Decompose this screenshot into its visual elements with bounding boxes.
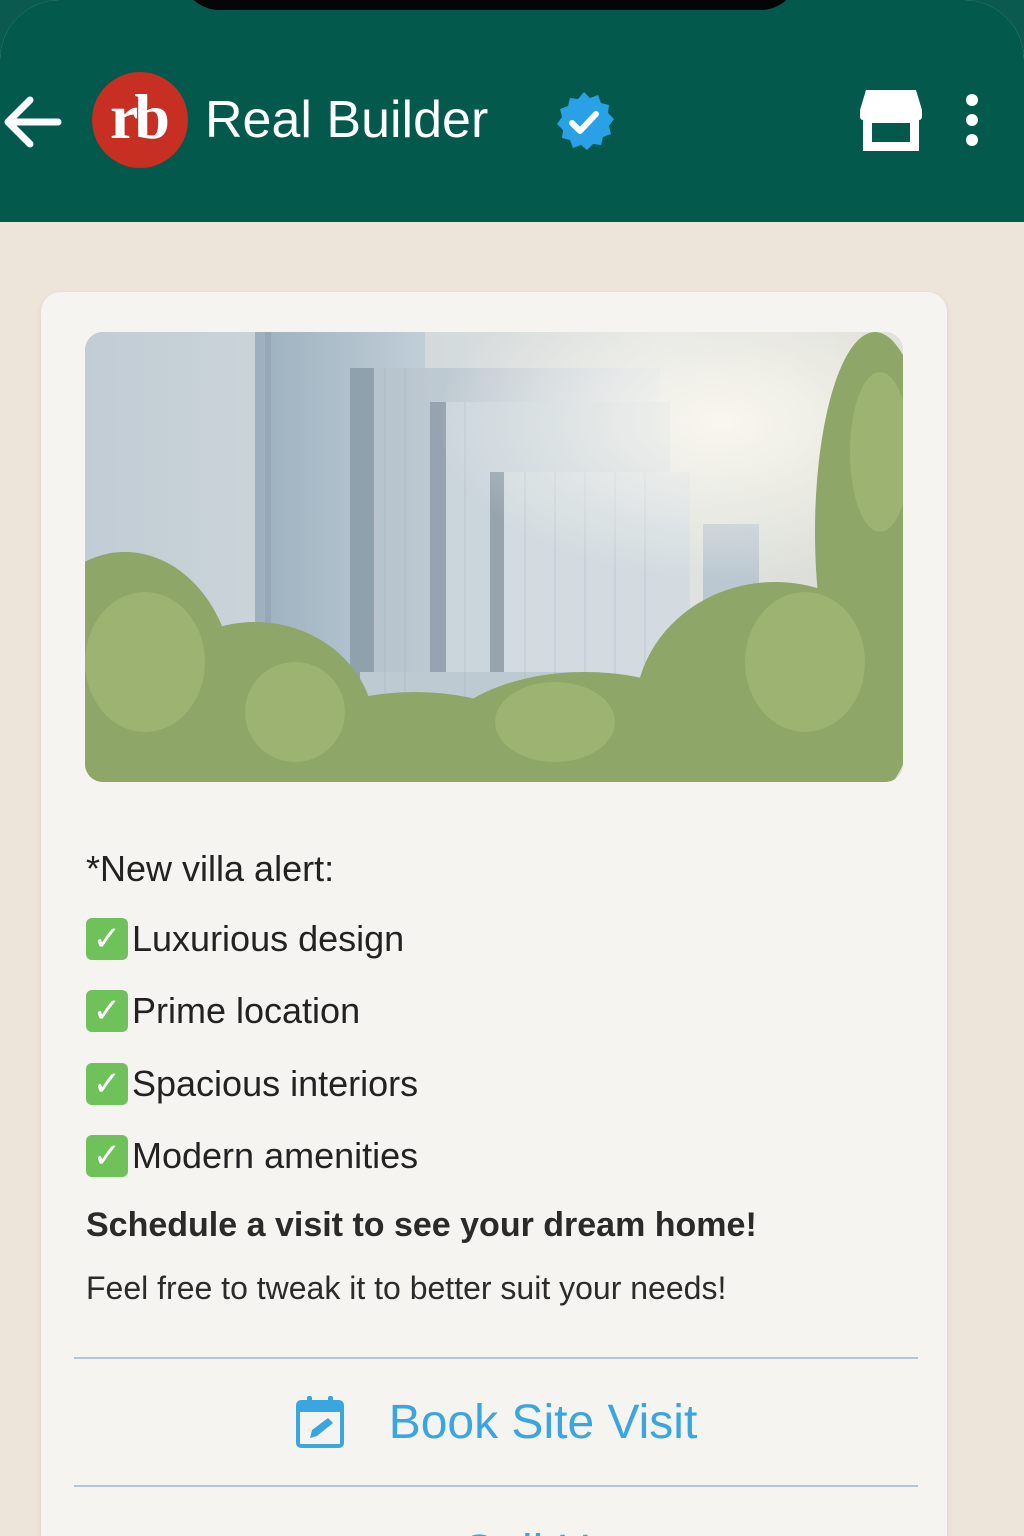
chat-header: rb Real Builder bbox=[0, 0, 1024, 222]
divider bbox=[74, 1485, 918, 1487]
list-item: ✓ Luxurious design bbox=[86, 918, 404, 960]
property-image[interactable] bbox=[85, 332, 903, 782]
list-item: ✓ Prime location bbox=[86, 990, 360, 1032]
list-item-text: Luxurious design bbox=[132, 918, 405, 959]
book-site-visit-button[interactable]: Book Site Visit bbox=[74, 1362, 918, 1482]
back-arrow-icon[interactable] bbox=[0, 94, 64, 150]
list-item-text: Prime location bbox=[132, 990, 361, 1031]
list-item-text: Spacious interiors bbox=[132, 1063, 419, 1104]
list-item: ✓ Modern amenities bbox=[86, 1135, 418, 1177]
list-item: ✓ Spacious interiors bbox=[86, 1063, 418, 1105]
message-note: Feel free to tweak it to better suit you… bbox=[86, 1270, 727, 1306]
check-mark-icon: ✓ bbox=[86, 990, 128, 1032]
list-item-text: Modern amenities bbox=[132, 1135, 419, 1176]
message-intro: *New villa alert: bbox=[86, 848, 335, 889]
contact-name[interactable]: Real Builder bbox=[205, 90, 488, 150]
avatar[interactable]: rb bbox=[92, 72, 188, 168]
check-mark-icon: ✓ bbox=[86, 1135, 128, 1177]
more-vertical-icon[interactable] bbox=[952, 92, 992, 152]
check-mark-icon: ✓ bbox=[86, 1063, 128, 1105]
verified-badge-icon bbox=[552, 90, 616, 154]
divider bbox=[74, 1357, 918, 1359]
message-bubble: *New villa alert: ✓ Luxurious design ✓ P… bbox=[41, 292, 947, 1536]
check-mark-icon: ✓ bbox=[86, 918, 128, 960]
avatar-initials: rb bbox=[110, 81, 170, 152]
phone-icon bbox=[377, 1524, 417, 1536]
call-us-button[interactable]: Call Us bbox=[74, 1492, 918, 1536]
book-site-visit-label: Book Site Visit bbox=[388, 1395, 698, 1449]
phone-notch bbox=[180, 0, 800, 10]
phone-screen: rb Real Builder *New villa alert: ✓ Luxu… bbox=[0, 0, 1024, 1536]
call-us-label: Call Us bbox=[461, 1525, 616, 1536]
call-to-action-text: Schedule a visit to see your dream home! bbox=[86, 1206, 757, 1244]
store-icon[interactable] bbox=[858, 86, 924, 152]
calendar-edit-icon bbox=[295, 1394, 345, 1450]
